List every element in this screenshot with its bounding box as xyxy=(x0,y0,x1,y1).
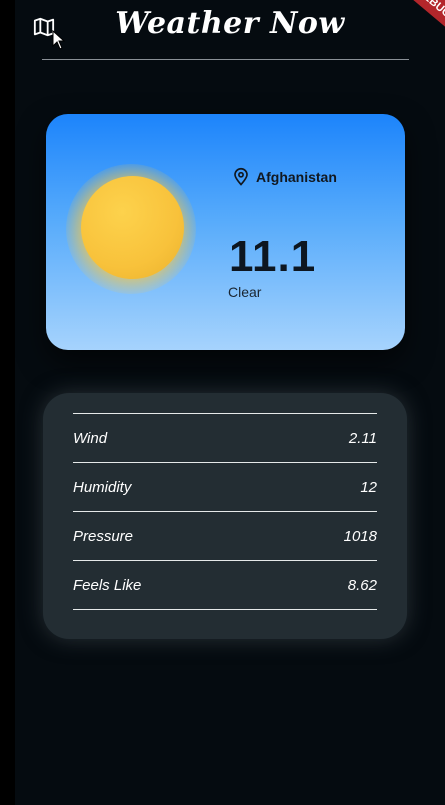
detail-value: 1018 xyxy=(343,527,377,545)
detail-value: 2.11 xyxy=(348,429,377,447)
detail-label: Feels Like xyxy=(73,576,142,594)
app-bar: Weather Now xyxy=(15,0,445,62)
app-title: Weather Now xyxy=(115,6,345,41)
details-card: Wind 2.11 Humidity 12 Pressure 1018 Feel… xyxy=(43,393,407,639)
weather-condition: Clear xyxy=(228,284,262,300)
app-screen: Weather Now DEBUG Afghanistan 11.1 Clear… xyxy=(15,0,445,805)
sun-icon xyxy=(81,176,184,279)
detail-row-pressure: Pressure 1018 xyxy=(73,512,377,560)
divider xyxy=(73,609,377,610)
detail-row-humidity: Humidity 12 xyxy=(73,463,377,511)
location: Afghanistan xyxy=(232,166,337,188)
location-name: Afghanistan xyxy=(256,169,337,185)
detail-value: 8.62 xyxy=(347,576,377,594)
detail-row-wind: Wind 2.11 xyxy=(73,414,377,462)
details-list: Wind 2.11 Humidity 12 Pressure 1018 Feel… xyxy=(73,413,377,610)
temperature: 11.1 xyxy=(229,232,317,281)
detail-label: Pressure xyxy=(73,527,134,545)
header-divider xyxy=(42,59,409,60)
detail-label: Humidity xyxy=(73,478,132,496)
detail-label: Wind xyxy=(73,429,108,447)
weather-card: Afghanistan 11.1 Clear xyxy=(46,114,405,350)
location-pin-icon xyxy=(234,167,248,186)
detail-row-feels-like: Feels Like 8.62 xyxy=(73,561,377,609)
detail-value: 12 xyxy=(360,478,377,496)
